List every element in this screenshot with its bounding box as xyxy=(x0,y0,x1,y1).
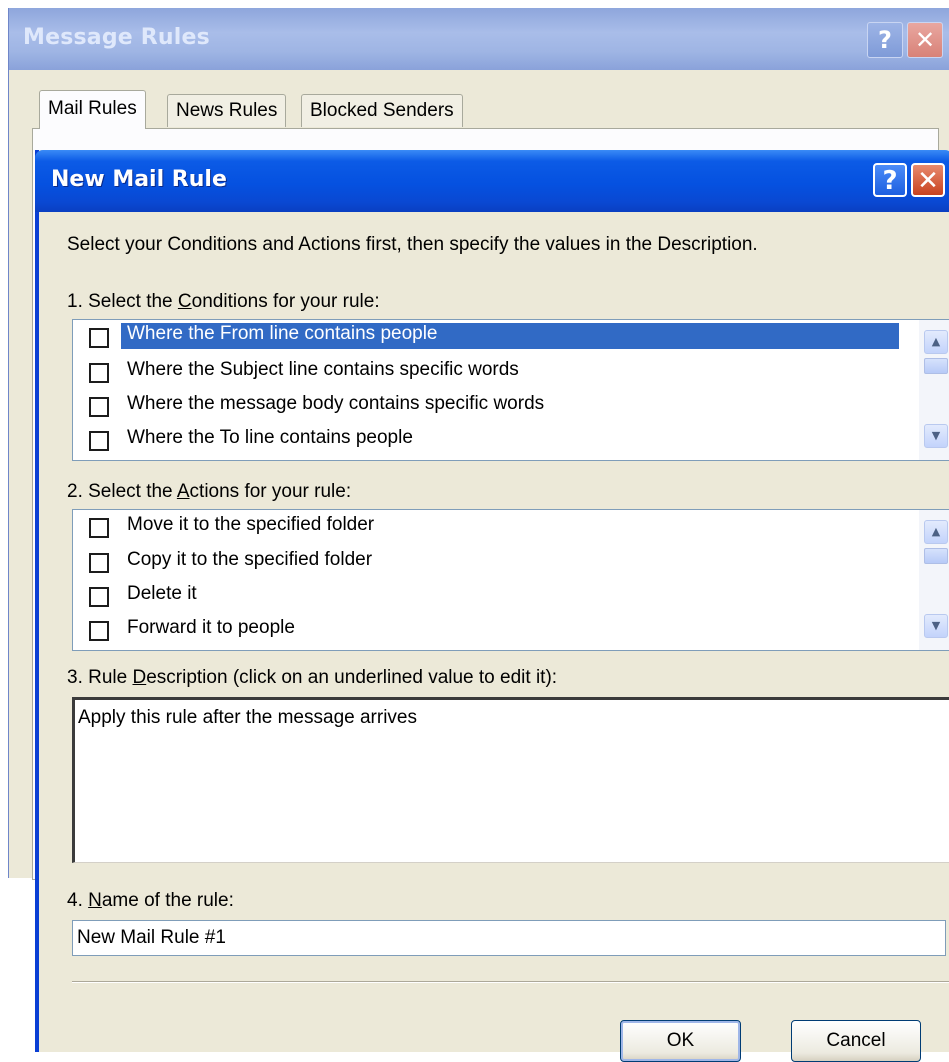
conditions-label: 1. Select the Conditions for your rule: xyxy=(67,291,380,312)
scroll-thumb[interactable] xyxy=(924,548,948,564)
condition-checkbox[interactable] xyxy=(89,397,109,417)
scroll-up-icon[interactable]: ▲ xyxy=(924,330,948,354)
condition-label: Where the To line contains people xyxy=(127,427,413,448)
description-label: 3. Rule Description (click on an underli… xyxy=(67,667,558,688)
close-icon[interactable]: ✕ xyxy=(911,163,945,197)
action-label: Forward it to people xyxy=(127,617,295,638)
action-checkbox[interactable] xyxy=(89,553,109,573)
list-item[interactable]: Copy it to the specified folder xyxy=(73,546,895,578)
new-mail-rule-dialog: New Mail Rule ? ✕ Select your Conditions… xyxy=(35,150,949,1062)
condition-label: Where the From line contains people xyxy=(121,323,899,349)
message-rules-title: Message Rules xyxy=(23,25,210,50)
new-mail-rule-titlebar[interactable]: New Mail Rule ? ✕ xyxy=(35,150,949,212)
actions-label: 2. Select the Actions for your rule: xyxy=(67,481,352,502)
condition-label: Where the message body contains specific… xyxy=(127,393,545,414)
rule-name-input[interactable]: New Mail Rule #1 xyxy=(72,920,946,956)
help-icon[interactable]: ? xyxy=(873,163,907,197)
tab-news-rules[interactable]: News Rules xyxy=(167,94,287,127)
scroll-down-icon[interactable]: ▼ xyxy=(924,424,948,448)
actions-scrollbar[interactable]: ▲ ▼ xyxy=(919,510,949,650)
conditions-list[interactable]: Where the From line contains people Wher… xyxy=(72,319,949,461)
action-checkbox[interactable] xyxy=(89,621,109,641)
action-checkbox[interactable] xyxy=(89,518,109,538)
rule-name-label: 4. Name of the rule: xyxy=(67,890,234,911)
action-label: Delete it xyxy=(127,583,197,604)
scroll-thumb[interactable] xyxy=(924,358,948,374)
condition-label: Where the Subject line contains specific… xyxy=(127,359,519,380)
action-checkbox[interactable] xyxy=(89,587,109,607)
list-item[interactable]: Where the To line contains people xyxy=(73,424,895,456)
list-item[interactable]: Where the message body contains specific… xyxy=(73,390,895,422)
condition-checkbox[interactable] xyxy=(89,363,109,383)
list-item[interactable]: Delete it xyxy=(73,580,895,612)
cancel-button[interactable]: Cancel xyxy=(791,1020,921,1062)
condition-checkbox[interactable] xyxy=(89,431,109,451)
condition-checkbox[interactable] xyxy=(89,328,109,348)
rule-description-box[interactable]: Apply this rule after the message arrive… xyxy=(72,697,949,863)
list-item[interactable]: Where the Subject line contains specific… xyxy=(73,356,895,388)
dialog-title: New Mail Rule xyxy=(51,167,227,192)
scroll-up-icon[interactable]: ▲ xyxy=(924,520,948,544)
close-icon[interactable]: ✕ xyxy=(907,22,943,58)
separator xyxy=(72,981,949,983)
rule-description-text: Apply this rule after the message arrive… xyxy=(78,707,417,728)
help-icon[interactable]: ? xyxy=(867,22,903,58)
instruction-text: Select your Conditions and Actions first… xyxy=(67,234,758,255)
list-item[interactable]: Move it to the specified folder xyxy=(73,511,895,543)
tab-blocked-senders[interactable]: Blocked Senders xyxy=(301,94,463,127)
ok-button[interactable]: OK xyxy=(620,1020,741,1062)
conditions-scrollbar[interactable]: ▲ ▼ xyxy=(919,320,949,460)
list-item[interactable]: Where the From line contains people xyxy=(73,321,899,353)
actions-list[interactable]: Move it to the specified folder Copy it … xyxy=(72,509,949,651)
list-item[interactable]: Forward it to people xyxy=(73,614,895,646)
action-label: Copy it to the specified folder xyxy=(127,549,373,570)
action-label: Move it to the specified folder xyxy=(127,514,375,535)
tab-mail-rules[interactable]: Mail Rules xyxy=(39,90,146,129)
scroll-down-icon[interactable]: ▼ xyxy=(924,614,948,638)
message-rules-titlebar[interactable]: Message Rules ? ✕ xyxy=(9,8,949,70)
